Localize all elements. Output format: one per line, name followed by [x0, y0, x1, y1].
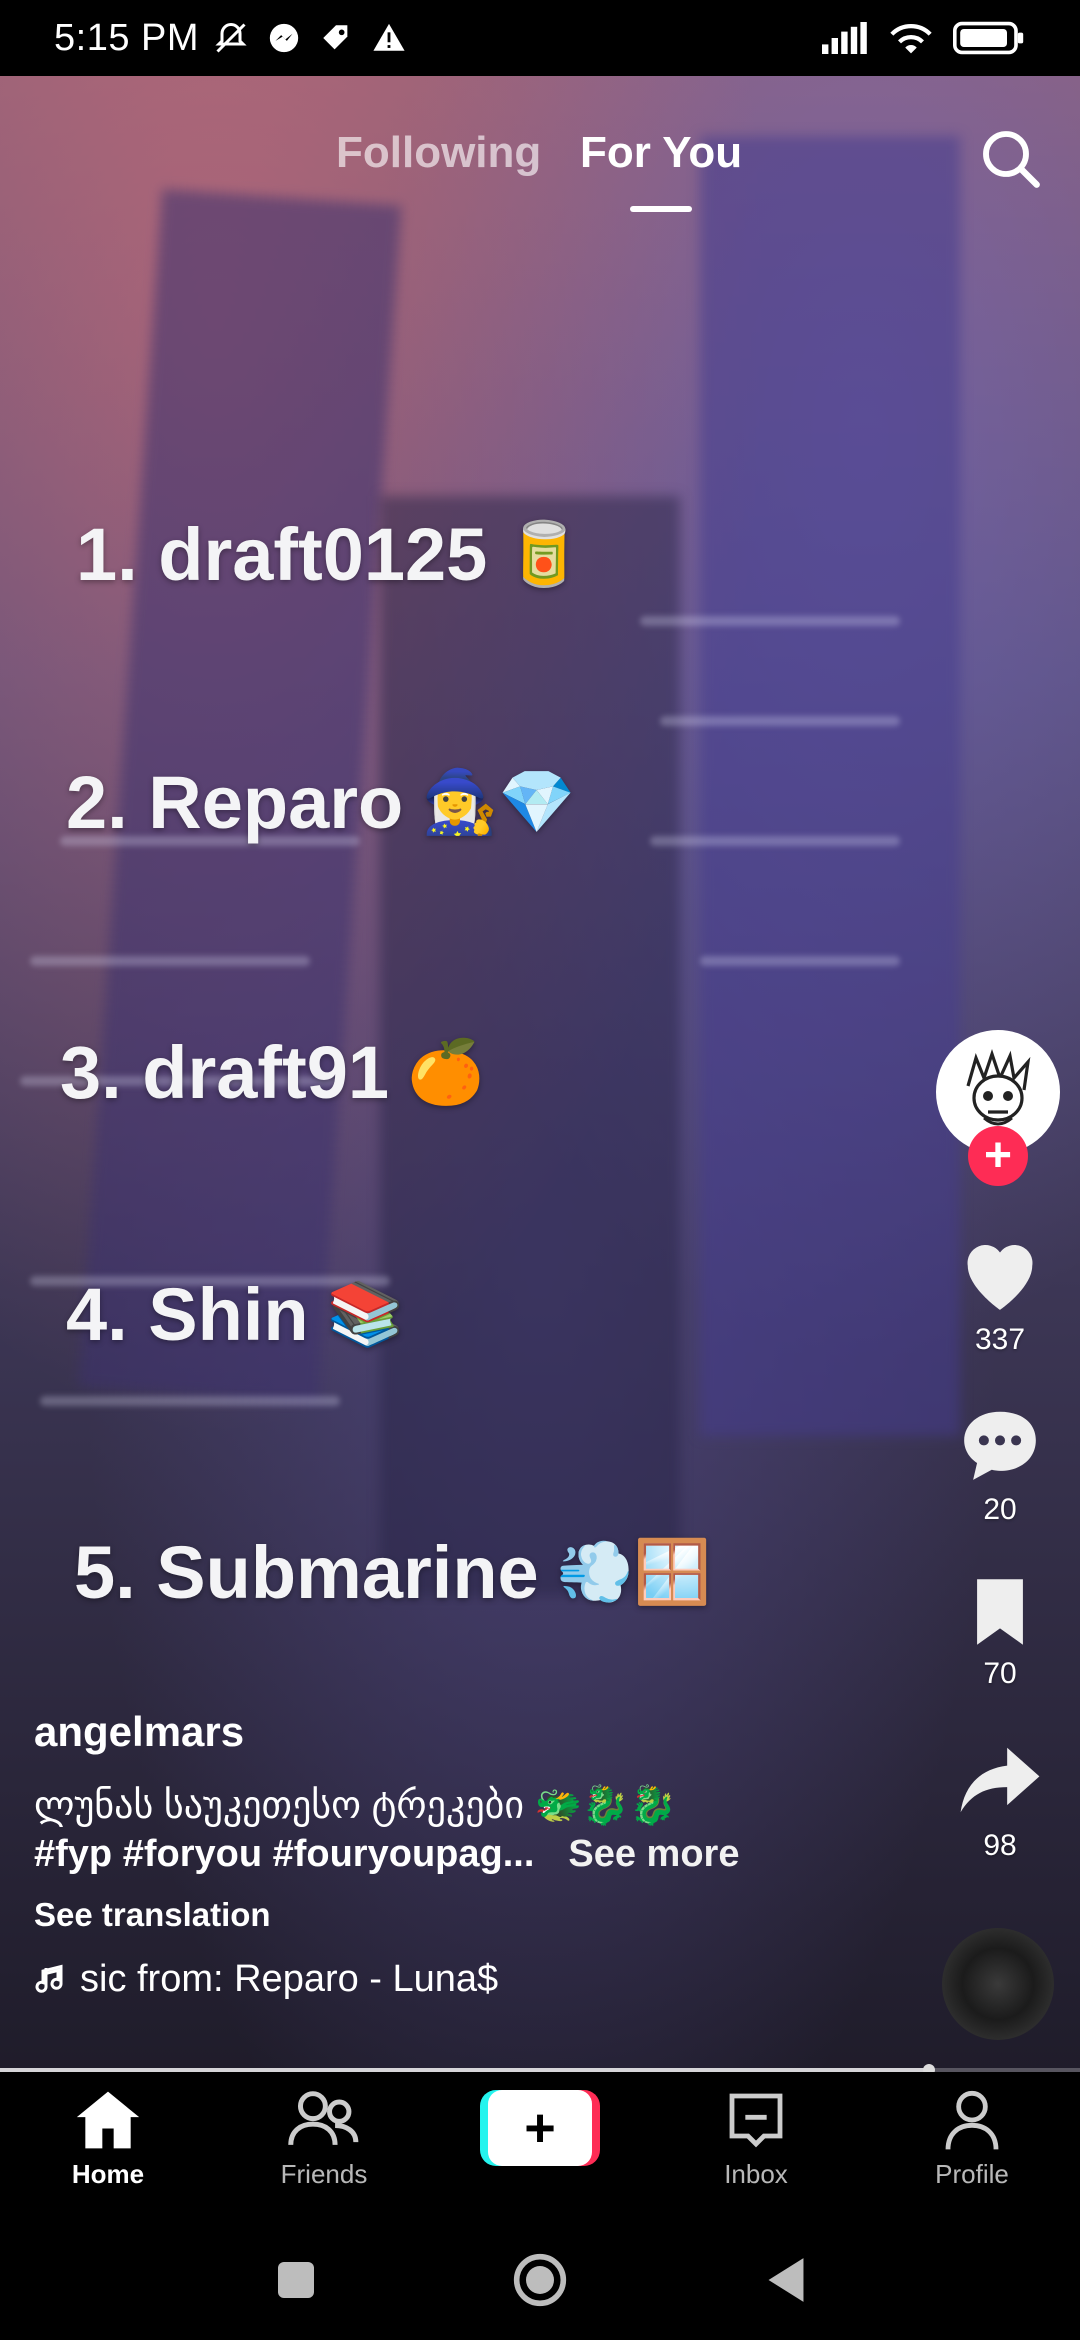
- see-more-link[interactable]: See more: [568, 1830, 739, 1878]
- search-icon: [983, 131, 1040, 188]
- search-button[interactable]: [970, 118, 1050, 198]
- back-triangle-icon: [768, 2258, 804, 2302]
- tag-icon: [323, 25, 348, 50]
- back-button[interactable]: [756, 2250, 816, 2310]
- tab-following[interactable]: Following: [336, 128, 541, 178]
- music-note-icon: [35, 1964, 63, 1993]
- inbox-icon: [729, 2093, 783, 2148]
- tab-for-you[interactable]: For You: [580, 128, 742, 178]
- nav-profile[interactable]: Profile: [892, 2088, 1052, 2190]
- bookmark-icon: [977, 1579, 1023, 1645]
- nav-home[interactable]: Home: [28, 2088, 188, 2190]
- plus-icon: +: [488, 2090, 592, 2166]
- notifications-off-icon: [215, 22, 247, 53]
- profile-icon: [945, 2090, 999, 2150]
- music-info[interactable]: sic from: Reparo - Luna$: [34, 1958, 834, 2001]
- share-arrow-icon: [960, 1747, 1040, 1813]
- see-translation-link[interactable]: See translation: [34, 1896, 834, 1934]
- bookmark-button[interactable]: 70: [920, 1576, 1080, 1691]
- home-icon: [76, 2091, 140, 2149]
- follow-button[interactable]: +: [968, 1126, 1028, 1186]
- nav-inbox[interactable]: Inbox: [676, 2088, 836, 2190]
- friends-icon: [288, 2091, 359, 2146]
- status-bar: 5:15 PM: [0, 0, 1080, 76]
- bottom-nav: Home Friends + Inbox Profile: [0, 2072, 1080, 2220]
- recents-button[interactable]: [266, 2250, 326, 2310]
- square-icon: [278, 2262, 314, 2298]
- battery-icon: [953, 21, 1024, 55]
- music-disc[interactable]: [942, 1928, 1054, 2040]
- video-caption: angelmars ლუნას საუკეთესო ტრეკები 🐲🐉🐉 #f…: [34, 1708, 834, 2001]
- overlay-list-item: 3. draft91 🍊: [60, 1031, 485, 1114]
- comment-icon: [964, 1411, 1036, 1480]
- overlay-list-item: 2. Reparo 🧙‍♀️💎: [66, 761, 576, 844]
- wifi-icon: [890, 24, 932, 54]
- caption-line: ლუნას საუკეთესო ტრეკები 🐲🐉🐉: [34, 1785, 677, 1827]
- messenger-icon: [269, 23, 299, 53]
- signal-icon: [822, 22, 867, 54]
- share-count: 98: [983, 1829, 1017, 1862]
- system-nav-bar: [0, 2220, 1080, 2340]
- feed-tabs: Following For You: [0, 128, 1080, 228]
- like-count: 337: [974, 1323, 1026, 1356]
- active-tab-indicator: [630, 206, 692, 212]
- circle-icon: [513, 2253, 567, 2307]
- status-time: 5:15 PM: [54, 16, 200, 59]
- like-button[interactable]: 337: [920, 1234, 1080, 1357]
- overlay-list-item: 4. Shin 📚: [66, 1273, 404, 1356]
- comment-button[interactable]: 20: [920, 1404, 1080, 1527]
- overlay-list-item: 5. Submarine 💨🪟: [74, 1531, 712, 1614]
- caption-text[interactable]: ლუნას საუკეთესო ტრეკები 🐲🐉🐉 #fyp #foryou…: [34, 1782, 834, 1878]
- creator-username[interactable]: angelmars: [34, 1708, 834, 1756]
- home-system-button[interactable]: [510, 2250, 570, 2310]
- overlay-list-item: 1. draft0125 🥫: [76, 513, 583, 596]
- heart-icon: [967, 1245, 1033, 1310]
- bookmark-count: 70: [983, 1657, 1017, 1690]
- comment-count: 20: [983, 1493, 1017, 1526]
- nav-friends[interactable]: Friends: [244, 2088, 404, 2190]
- music-title: sic from: Reparo - Luna$: [80, 1958, 499, 2000]
- warning-icon: [373, 23, 405, 51]
- create-button[interactable]: +: [480, 2090, 600, 2166]
- share-button[interactable]: 98: [920, 1740, 1080, 1863]
- caption-hashtags[interactable]: #fyp #foryou #fouryoupag...: [34, 1830, 534, 1878]
